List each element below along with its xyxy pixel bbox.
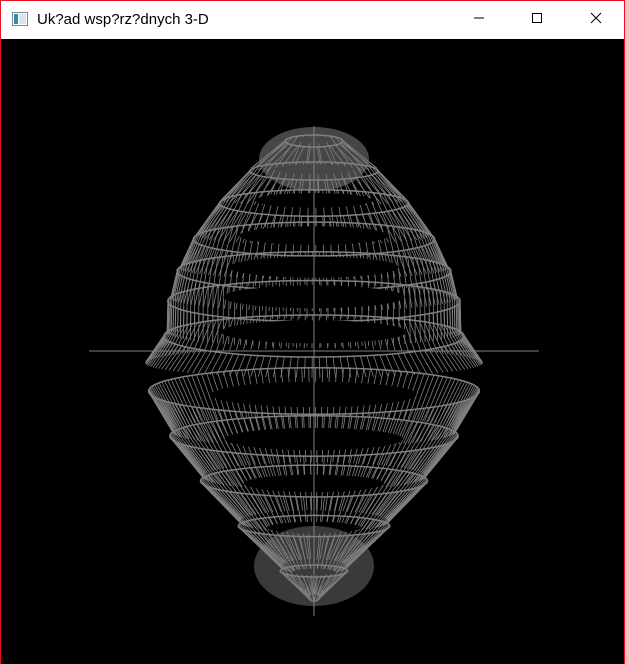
minimize-icon	[473, 11, 485, 29]
maximize-icon	[531, 11, 543, 29]
close-button[interactable]	[573, 1, 619, 39]
render-canvas[interactable]	[1, 39, 624, 664]
maximize-button[interactable]	[514, 1, 560, 39]
close-icon	[590, 11, 602, 29]
app-icon	[12, 12, 28, 26]
app-window: Uk?ad wsp?rz?dnych 3-D	[0, 0, 625, 664]
window-title: Uk?ad wsp?rz?dnych 3-D	[37, 11, 209, 28]
title-bar[interactable]: Uk?ad wsp?rz?dnych 3-D	[1, 1, 624, 39]
egg-wireframe	[89, 126, 539, 616]
minimize-button[interactable]	[456, 1, 502, 39]
